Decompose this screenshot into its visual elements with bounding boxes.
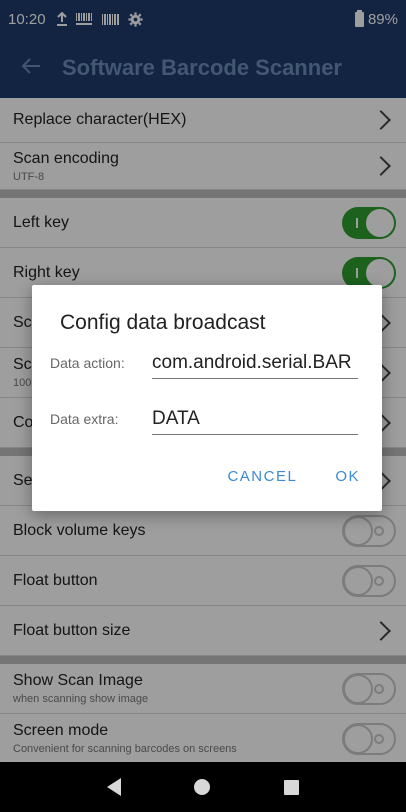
data-action-field: Data action: com.android.serial.BAR — [50, 347, 358, 379]
nav-back-icon[interactable] — [106, 778, 121, 796]
system-nav-bar — [0, 762, 406, 812]
dialog-title: Config data broadcast — [60, 311, 266, 334]
config-broadcast-dialog: Config data broadcast Data action: com.a… — [32, 285, 382, 511]
data-action-input[interactable]: com.android.serial.BAR — [152, 347, 358, 379]
ok-button[interactable]: OK — [319, 462, 376, 491]
nav-home-icon[interactable] — [194, 779, 211, 795]
data-extra-label: Data extra: — [50, 411, 119, 427]
data-extra-field: Data extra: DATA — [50, 403, 358, 435]
data-action-label: Data action: — [50, 355, 125, 371]
data-extra-input[interactable]: DATA — [152, 403, 358, 435]
nav-recents-icon[interactable] — [284, 779, 300, 795]
dialog-actions: CANCEL OK — [211, 462, 382, 491]
cancel-button[interactable]: CANCEL — [211, 462, 313, 491]
